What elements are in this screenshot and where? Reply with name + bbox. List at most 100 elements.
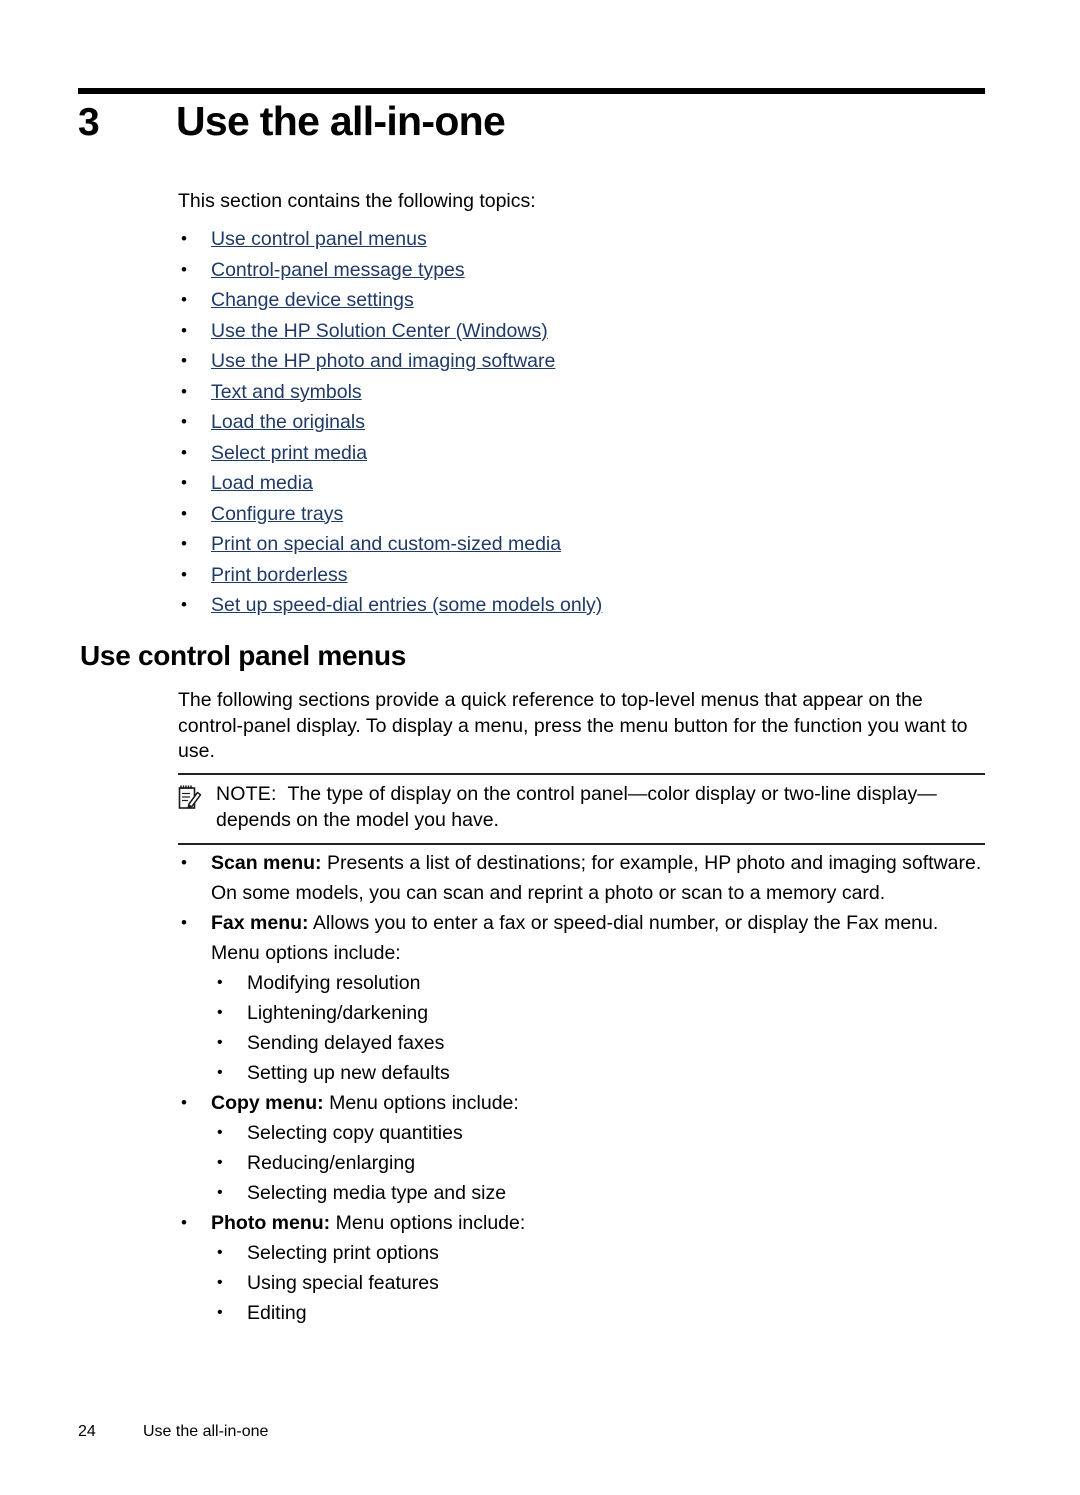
bullet-icon: •	[181, 534, 187, 553]
menu-sub-item: • Selecting copy quantities	[211, 1118, 985, 1148]
bullet-icon: •	[181, 853, 187, 872]
section-paragraph: The following sections provide a quick r…	[178, 689, 968, 762]
menu-description: Menu options include:	[323, 1092, 519, 1114]
bullet-icon: •	[217, 1154, 223, 1171]
toc-link[interactable]: Configure trays	[211, 503, 343, 525]
note-pencil-icon	[178, 784, 202, 810]
bullet-icon: •	[181, 259, 187, 279]
menu-list: • Scan menu: Presents a list of destinati…	[178, 848, 985, 1328]
bullet-icon: •	[217, 1004, 223, 1021]
toc-item[interactable]: • Select print media	[178, 442, 988, 464]
section-heading: Use control panel menus	[80, 640, 407, 671]
note-body-text: The type of display on the control panel…	[216, 783, 937, 831]
toc-item[interactable]: • Configure trays	[178, 503, 988, 525]
toc-item[interactable]: • Change device settings	[178, 289, 988, 311]
menu-description: Menu options include:	[330, 1212, 526, 1234]
toc-link[interactable]: Use control panel menus	[211, 228, 427, 250]
bullet-icon: •	[217, 1124, 223, 1141]
footer-title: Use the all-in-one	[143, 1423, 269, 1440]
menu-sub-item-label: Reducing/enlarging	[247, 1152, 416, 1174]
chapter-title: Use the all-in-one	[176, 98, 506, 144]
toc-item[interactable]: • Use the HP photo and imaging software	[178, 350, 988, 372]
note-bottom-rule	[178, 843, 985, 845]
toc-link[interactable]: Load the originals	[211, 411, 365, 433]
toc-item[interactable]: • Load media	[178, 472, 988, 494]
note-text-wrapper: NOTE: The type of display on the control…	[216, 783, 937, 831]
bullet-icon: •	[181, 442, 187, 462]
bullet-icon: •	[181, 320, 187, 340]
menu-sub-item: • Using special features	[211, 1268, 985, 1298]
toc-link[interactable]: Use the HP photo and imaging software	[211, 350, 555, 372]
menu-sub-list: • Modifying resolution • Lightening/darkeni…	[211, 968, 985, 1088]
toc-link[interactable]: Set up speed-dial entries (some models o…	[211, 594, 602, 616]
page-footer: 24 Use the all-in-one	[78, 1423, 988, 1441]
menu-sub-item: • Setting up new defaults	[211, 1058, 985, 1088]
bullet-icon: •	[181, 381, 187, 401]
menu-list-item: • Photo menu: Menu options include: • Selec…	[178, 1208, 985, 1328]
bullet-icon: •	[181, 473, 187, 492]
bullet-icon: •	[181, 595, 187, 614]
toc-link-list: • Use control panel menus • Control-panel m…	[178, 228, 988, 616]
menu-sub-item-label: Using special features	[247, 1272, 439, 1294]
toc-link[interactable]: Select print media	[211, 442, 367, 464]
bullet-icon: •	[217, 1184, 223, 1201]
toc-link[interactable]: Load media	[211, 472, 313, 494]
bullet-icon: •	[217, 974, 223, 991]
toc-item[interactable]: • Text and symbols	[178, 381, 988, 403]
menu-description: Presents a list of destinations; for exa…	[211, 852, 982, 904]
menu-description: Allows you to enter a fax or speed-dial …	[211, 912, 939, 964]
bullet-icon: •	[181, 412, 187, 431]
chapter-header: 3 Use the all-in-one	[78, 98, 988, 145]
toc-link[interactable]: Print on special and custom-sized media	[211, 533, 561, 555]
menu-sub-item-label: Selecting media type and size	[247, 1182, 507, 1204]
menu-sub-item: • Editing	[211, 1298, 985, 1328]
toc-item[interactable]: • Set up speed-dial entries (some models …	[178, 594, 988, 616]
bullet-icon: •	[181, 229, 187, 248]
menu-sub-item: • Modifying resolution	[211, 968, 985, 998]
menu-list-item: • Fax menu: Allows you to enter a fax or …	[178, 908, 985, 1088]
toc-item[interactable]: • Load the originals	[178, 411, 988, 433]
bullet-icon: •	[181, 564, 187, 584]
section-body: The following sections provide a quick r…	[178, 688, 985, 765]
toc-link[interactable]: Control-panel message types	[211, 259, 465, 281]
menu-sub-item: • Reducing/enlarging	[211, 1148, 985, 1178]
toc-link[interactable]: Change device settings	[211, 289, 414, 311]
menu-term: Copy menu:	[211, 1092, 324, 1114]
bullet-icon: •	[181, 503, 187, 523]
toc-item[interactable]: • Use the HP Solution Center (Windows)	[178, 320, 988, 342]
toc-item[interactable]: • Print borderless	[178, 564, 988, 586]
note-content: NOTE: The type of display on the control…	[178, 775, 985, 837]
bullet-icon: •	[181, 1093, 187, 1112]
menu-sub-list: • Selecting print options • Using special f…	[211, 1238, 985, 1328]
toc-item[interactable]: • Use control panel menus	[178, 228, 988, 250]
menu-sub-item-label: Editing	[247, 1302, 307, 1324]
bullet-icon: •	[181, 1213, 187, 1232]
bullet-icon: •	[217, 1064, 223, 1081]
menu-sub-item: • Sending delayed faxes	[211, 1028, 985, 1058]
menu-list-item: • Scan menu: Presents a list of destinati…	[178, 848, 985, 908]
menu-list-section: • Scan menu: Presents a list of destinati…	[178, 848, 985, 1328]
toc-section: This section contains the following topi…	[178, 188, 988, 625]
toc-link[interactable]: Text and symbols	[211, 381, 362, 403]
toc-link[interactable]: Print borderless	[211, 564, 348, 586]
toc-item[interactable]: • Print on special and custom-sized media	[178, 533, 988, 555]
chapter-top-rule	[78, 88, 985, 94]
bullet-icon: •	[217, 1274, 223, 1291]
menu-sub-item: • Selecting print options	[211, 1238, 985, 1268]
menu-sub-list: • Selecting copy quantities • Reducing/enla…	[211, 1118, 985, 1208]
bullet-icon: •	[217, 1304, 223, 1321]
bullet-icon: •	[181, 913, 187, 932]
intro-text: This section contains the following topi…	[178, 190, 536, 212]
menu-term: Fax menu:	[211, 912, 309, 934]
bullet-icon: •	[217, 1244, 223, 1261]
note-label: NOTE:	[216, 783, 277, 805]
menu-sub-item: • Lightening/darkening	[211, 998, 985, 1028]
menu-sub-item: • Selecting media type and size	[211, 1178, 985, 1208]
menu-list-item: • Copy menu: Menu options include: • Select…	[178, 1088, 985, 1208]
menu-term: Scan menu:	[211, 852, 322, 874]
bullet-icon: •	[217, 1034, 223, 1051]
toc-link[interactable]: Use the HP Solution Center (Windows)	[211, 320, 548, 342]
bullet-icon: •	[181, 351, 187, 370]
menu-sub-item-label: Selecting print options	[247, 1242, 439, 1264]
toc-item[interactable]: • Control-panel message types	[178, 259, 988, 281]
